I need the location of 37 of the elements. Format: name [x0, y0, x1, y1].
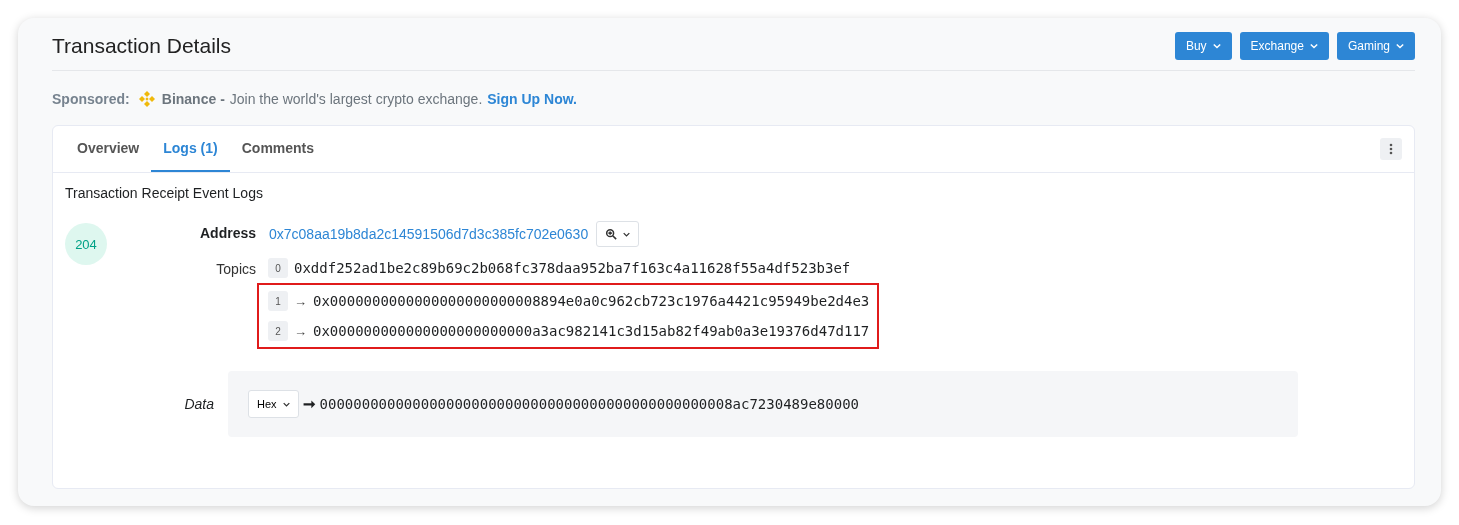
topic-index: 1 [268, 291, 288, 311]
address-link[interactable]: 0x7c08aa19b8da2c14591506d7d3c385fc702e0630 [269, 226, 589, 242]
arrow: ➞ [302, 395, 316, 413]
chevron-icon [623, 231, 631, 237]
more-options-button[interactable] [1380, 138, 1402, 160]
sponsored-text: Join the world's largest crypto exchange. [229, 91, 483, 107]
address-label: Address [198, 224, 256, 241]
format-dropdown-button[interactable]: Hex [248, 390, 299, 418]
arrow: → [294, 293, 307, 309]
log-index-badge: 204 [65, 223, 107, 265]
tab[interactable]: Overview [65, 126, 152, 172]
dropdown-button[interactable]: Gaming [1336, 32, 1415, 60]
chevron-icon [1309, 43, 1318, 49]
chevron-icon [1212, 43, 1221, 49]
dropdown-button[interactable]: Exchange [1239, 32, 1329, 60]
topic-value: 0x000000000000000000000000a3ac982141c3d15ab82f49ab0a3e19376d47d117 [313, 323, 870, 339]
dropdown-button[interactable]: Buy [1174, 32, 1232, 60]
chevron-icon [1396, 43, 1404, 49]
page-title: Transaction Details [52, 34, 231, 58]
topic-index: 0 [268, 258, 288, 278]
topics-label: Topics [215, 260, 256, 277]
chevron-icon [282, 401, 290, 407]
sign-up-link[interactable]: Sign Up Now. [487, 91, 577, 107]
data-value: 0000000000000000000000000000000000000000000000008ac7230489e80000 [319, 396, 859, 412]
data-label: Data [183, 396, 215, 412]
section-title: Transaction Receipt Event Logs [65, 185, 264, 201]
brand-name: Binance - [161, 91, 225, 107]
zoom-dropdown-button[interactable] [596, 221, 640, 247]
topic-value: 0x0000000000000000000000008894e0a0c962cb723c1976a4421c95949be2d4e3 [313, 293, 870, 309]
vertical-dots-icon [1389, 143, 1393, 155]
zoom-in-icon [605, 228, 618, 240]
sponsored-label: Sponsored: [52, 91, 130, 107]
tab[interactable]: Comments [229, 126, 327, 172]
topic-index: 2 [268, 321, 288, 341]
arrow: → [294, 323, 307, 339]
tab[interactable]: Logs (1) [151, 126, 230, 172]
topic-value: 0xddf252ad1be2c89b69c2b068fc378daa952ba7f163c4a11628f55a4df523b3ef [294, 260, 851, 276]
